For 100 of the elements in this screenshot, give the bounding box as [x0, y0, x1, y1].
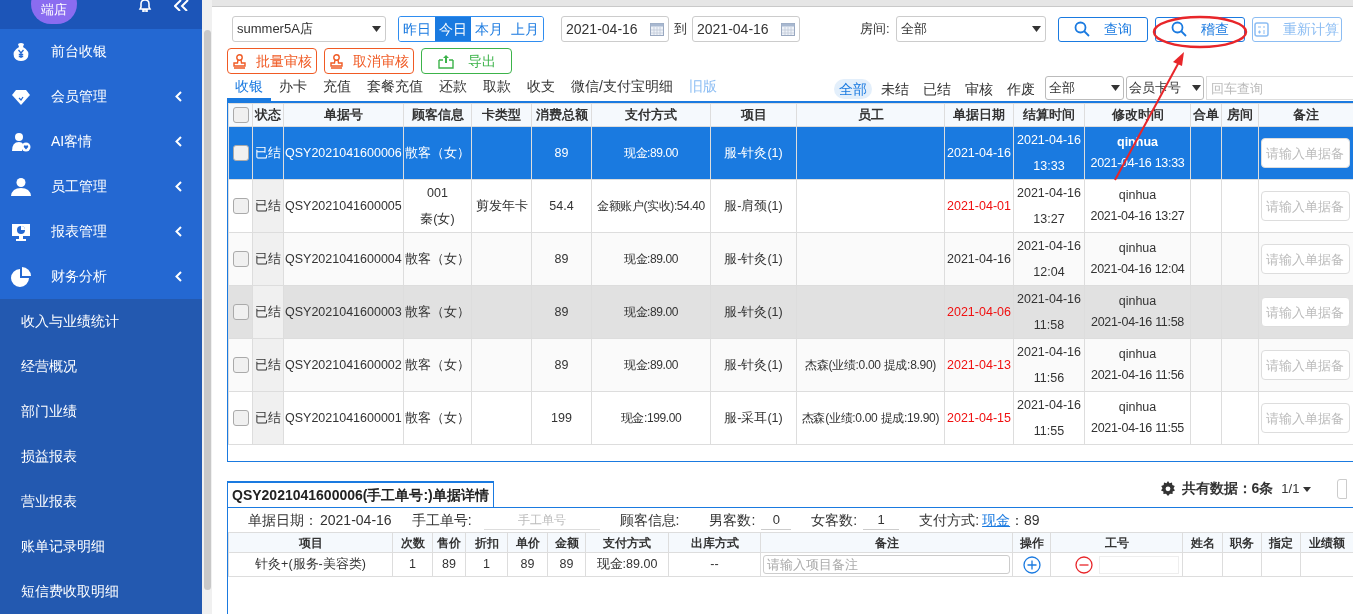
store-avatar[interactable]: 端店 [31, 0, 77, 24]
table-cell-text: 2021-04-16 12:04 [1089, 261, 1186, 278]
table-row[interactable]: 已结 QSY2021041600001 散客（女） 199 现金:199.00 服-采耳(1) 杰森(业绩:0.00 提成:19.90) 2021-04-15 2021-04-16 11:55 qinhua 2021-04-16 11:55 请输入单据备 [228, 391, 1353, 445]
sidebar-item[interactable]: 员工管理 [0, 164, 202, 209]
tab[interactable]: 套餐充值 [359, 74, 431, 101]
detail-tab[interactable]: QSY2021041600006(手工单号:)单据详情 [227, 481, 494, 507]
room-select[interactable]: 全部 [895, 16, 1046, 42]
checkbox[interactable] [232, 410, 249, 426]
filter-pill[interactable]: 全部 [834, 79, 872, 99]
manual-number-field[interactable]: 手工单号 [483, 510, 600, 530]
column-header: 消费总额 [531, 103, 592, 127]
checkbox[interactable] [232, 145, 249, 161]
add-icon[interactable] [1022, 555, 1041, 574]
tab[interactable]: 办卡 [271, 74, 315, 101]
sidebar-item[interactable]: 报表管理 [0, 209, 202, 254]
column-header: 单据号 [283, 103, 404, 127]
sidebar-item[interactable]: 财务分析 [0, 254, 202, 299]
table-cell: 2021-04-16 11:56 [1017, 345, 1081, 385]
tab[interactable]: 充值 [315, 74, 359, 101]
store-select[interactable]: summer5A店 [232, 16, 386, 42]
action-button[interactable]: 批量审核 [227, 48, 317, 74]
info-label: 单据日期： [248, 510, 318, 530]
table-row[interactable]: 已结 QSY2021041600005 001 秦(女) 剪发年卡 54.4 金额账户(实收):54.40 服-肩颈(1) 2021-04-01 2021-04-16 13:27 qinhua 2021-04-16 13:27 请输入单据备 [228, 179, 1353, 233]
column-header: 房间 [1221, 103, 1259, 127]
table-cell: 89 [559, 557, 574, 572]
filter-pill[interactable]: 已结 [918, 79, 956, 99]
remark-field[interactable]: 请输入单据备 [1261, 191, 1350, 221]
record-count-label: 共有数据： [1181, 480, 1252, 496]
remark-field[interactable]: 请输入单据备 [1261, 244, 1350, 274]
filter-pill[interactable]: 未结 [876, 79, 914, 99]
column-header: 合单 [1190, 103, 1222, 127]
filter-value: 全部 [1049, 79, 1075, 98]
remark-field[interactable]: 请输入单据备 [1261, 297, 1350, 327]
submenu-item[interactable]: 收入与业绩统计 [21, 311, 119, 332]
date-field[interactable]: 2021-04-16 [692, 16, 800, 42]
table-cell: 89 [554, 252, 569, 266]
table-row[interactable]: 已结 QSY2021041600004 散客（女） 89 现金:89.00 服-针灸(1) 2021-04-16 2021-04-16 12:04 qinhua 2021-04-16 12:04 请输入单据备 [228, 232, 1353, 286]
search-field[interactable]: 回车查询 [1206, 76, 1353, 100]
submenu-item[interactable]: 部门业绩 [21, 401, 77, 422]
column-header: 姓名 [1182, 532, 1223, 553]
tab[interactable]: 取款 [475, 74, 519, 101]
table-cell: 已结 [255, 199, 281, 213]
tab[interactable]: 收银 [227, 74, 271, 101]
checkbox[interactable] [232, 357, 249, 373]
checkbox[interactable] [232, 107, 249, 123]
submenu-item[interactable]: 营业报表 [21, 491, 77, 512]
page-button[interactable] [1337, 478, 1347, 499]
tab[interactable]: 还款 [431, 74, 475, 101]
checkbox[interactable] [232, 251, 249, 267]
toolbar-button[interactable]: 查询 [1057, 16, 1148, 42]
table-cell: 2021-04-16 12:04 [1017, 239, 1081, 279]
sidebar-item[interactable]: 会员管理 [0, 74, 202, 119]
checkbox[interactable] [232, 198, 249, 214]
checkbox[interactable] [232, 304, 249, 320]
sidebar-item[interactable]: 前台收银 [0, 29, 202, 74]
filter-pill[interactable]: 审核 [960, 79, 998, 99]
submenu-item[interactable]: 短信费收取明细 [21, 581, 119, 602]
table-cell-text: 2021-04-16 13:27 [1089, 208, 1186, 225]
scrollbar[interactable] [202, 0, 212, 614]
remark-field[interactable]: 请输入单据备 [1261, 138, 1350, 168]
payment-link[interactable]: 现金 [982, 509, 1011, 531]
table-row[interactable]: 已结 QSY2021041600003 散客（女） 89 现金:89.00 服-针灸(1) 2021-04-06 2021-04-16 11:58 qinhua 2021-04-16 11:58 请输入单据备 [228, 285, 1353, 339]
date-value: 2021-04-16 [697, 19, 769, 39]
table-cell: 散客（女） [405, 358, 470, 372]
column-header: 支付方式 [591, 103, 711, 127]
stamp-icon [329, 53, 343, 69]
table-row[interactable]: 已结 QSY2021041600002 散客（女） 89 现金:89.00 服-针灸(1) 杰森(业绩:0.00 提成:8.90) 2021-04-13 2021-04-16 11:56 qinhua 2021-04-16 11:56 请输入单据备 [228, 338, 1353, 392]
remark-field[interactable]: 请输入单据备 [1261, 350, 1350, 380]
page-select[interactable]: 1/1 [1281, 478, 1311, 499]
bell-icon[interactable] [138, 0, 152, 12]
period-button[interactable]: 今日 [435, 17, 471, 41]
calendar-icon[interactable] [781, 22, 795, 36]
remark-field[interactable]: 请输入单据备 [1261, 403, 1350, 433]
remove-icon[interactable] [1075, 555, 1093, 574]
table-cell-text: qinhua [1117, 346, 1158, 363]
filter-pill[interactable]: 作废 [1002, 79, 1040, 99]
female-count-field[interactable]: 1 [863, 509, 900, 531]
calendar-icon[interactable] [650, 22, 664, 36]
settings-icon[interactable] [1159, 480, 1176, 497]
table-cell: 已结 [255, 252, 281, 266]
collapse-icon[interactable] [174, 0, 190, 11]
sidebar-item[interactable]: AI客情 [0, 119, 202, 164]
dropdown-icon[interactable] [1303, 486, 1311, 492]
submenu-item[interactable]: 经营概况 [21, 356, 77, 377]
filter-select[interactable]: 全部 [1045, 76, 1124, 100]
male-count-field[interactable]: 0 [761, 509, 792, 531]
remark-field[interactable]: 请输入项目备注 [763, 554, 1010, 574]
tab[interactable]: 收支 [519, 74, 563, 101]
table-cell: 现金:89.00 [596, 557, 658, 572]
date-field[interactable]: 2021-04-16 [561, 16, 669, 42]
table-cell: 服-针灸(1) [724, 358, 783, 372]
table-cell: 89 [554, 305, 569, 319]
table-cell: 2021-04-16 13:27 [1017, 186, 1081, 226]
submenu-item[interactable]: 账单记录明细 [21, 536, 105, 557]
submenu-item[interactable]: 损益报表 [21, 446, 77, 467]
action-button[interactable]: 取消审核 [324, 48, 414, 74]
toolbar-button[interactable]: 稽查 [1154, 16, 1245, 42]
table-cell-text: 2021-04-16 11:56 [1090, 367, 1185, 384]
tab[interactable]: 微信/支付宝明细 [563, 74, 681, 101]
column-header: 卡类型 [471, 103, 532, 127]
